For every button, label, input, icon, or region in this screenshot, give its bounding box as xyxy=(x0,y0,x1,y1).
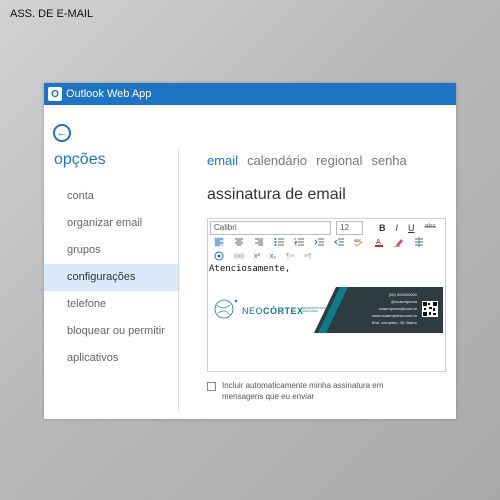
insert-image-icon[interactable] xyxy=(214,251,224,261)
brand-tagline: NEUROPSICOLOGIA AVANÇADA xyxy=(302,307,331,313)
contact-phone: (00) 000000000 xyxy=(388,292,417,297)
align-center-icon[interactable] xyxy=(234,237,244,247)
title-bar: O Outlook Web App xyxy=(44,83,456,105)
align-right-icon[interactable] xyxy=(254,237,264,247)
sidebar-item-telefone[interactable]: telefone xyxy=(44,291,180,318)
svg-text:abc: abc xyxy=(354,238,362,243)
auto-signature-option: Incluir automaticamente minha assinatura… xyxy=(207,380,447,402)
app-title: Outlook Web App xyxy=(66,88,152,100)
ltr-button[interactable]: ¶≡ xyxy=(286,253,294,260)
sidebar-title: opções xyxy=(54,151,106,168)
editor-toolbar-row-1: Calibri 12 B I U abc xyxy=(208,219,445,235)
editor-toolbar-row-2: abc A xyxy=(208,235,445,249)
italic-button[interactable]: I xyxy=(396,223,399,233)
contact-website: www.suaempresa.com.br xyxy=(372,313,417,318)
auto-signature-label[interactable]: Incluir automaticamente minha assinatura… xyxy=(222,380,383,402)
sidebar-divider xyxy=(178,149,179,411)
bullet-list-icon[interactable] xyxy=(274,237,284,247)
contact-address: End. completo, 00, Bairro xyxy=(371,320,417,325)
font-family-select[interactable]: Calibri xyxy=(210,221,331,235)
indent-icon[interactable] xyxy=(314,237,324,247)
sidebar: opções conta organizar email grupos conf… xyxy=(44,151,180,372)
auto-signature-checkbox[interactable] xyxy=(207,382,216,391)
tab-calendario[interactable]: calendário xyxy=(247,153,307,168)
line-spacing-icon[interactable] xyxy=(414,237,424,247)
signature-banner: NEOCÓRTEX NEUROPSICOLOGIA AVANÇADA (00) … xyxy=(210,287,443,333)
back-arrow-button[interactable]: ← xyxy=(53,124,71,142)
section-title: assinatura de email xyxy=(207,186,346,203)
subscript-button[interactable]: x₂ xyxy=(270,253,276,260)
rtl-button[interactable]: ≡¶ xyxy=(304,253,312,260)
sidebar-item-bloquear-ou-permitir[interactable]: bloquear ou permitir xyxy=(44,318,180,345)
back-arrow-icon: ← xyxy=(56,127,68,139)
auto-signature-label-line-2: mensagens que eu enviar xyxy=(222,392,315,401)
banner-contact-list: (00) 000000000 @suaempresa suaempresa@co… xyxy=(357,291,417,326)
sidebar-item-conta[interactable]: conta xyxy=(44,183,180,210)
superscript-button[interactable]: x² xyxy=(254,253,260,260)
page-label: ASS. DE E-MAIL xyxy=(10,8,94,20)
insert-link-icon[interactable] xyxy=(234,251,244,261)
contact-email: suaempresa@com.br xyxy=(378,306,417,311)
sidebar-item-grupos[interactable]: grupos xyxy=(44,237,180,264)
qr-code-icon xyxy=(422,301,438,317)
format-buttons: B I U abc xyxy=(379,223,436,233)
svg-text:A: A xyxy=(376,239,381,246)
auto-signature-label-line-1: Incluir automaticamente minha assinatura… xyxy=(222,381,384,390)
signature-text: Atenciosamente, xyxy=(209,264,291,274)
sidebar-item-organizar-email[interactable]: organizar email xyxy=(44,210,180,237)
numbered-list-icon[interactable] xyxy=(294,237,304,247)
outlook-logo-icon: O xyxy=(48,87,62,101)
underline-button[interactable]: U xyxy=(408,223,415,233)
align-left-icon[interactable] xyxy=(214,237,224,247)
settings-tabs: email calendário regional senha xyxy=(207,153,447,168)
highlight-icon[interactable] xyxy=(394,237,404,247)
outdent-icon[interactable] xyxy=(334,237,344,247)
font-color-icon[interactable]: A xyxy=(374,237,384,247)
sidebar-item-aplicativos[interactable]: aplicativos xyxy=(44,345,180,372)
signature-editor[interactable]: Calibri 12 B I U abc abc A x² x₂ ¶≡ ≡¶ A… xyxy=(207,218,446,372)
spellcheck-icon[interactable]: abc xyxy=(354,237,364,247)
main-content: email calendário regional senha assinatu… xyxy=(207,153,447,402)
brand-name-plain: NEO xyxy=(242,306,264,316)
brand-tagline-line-2: AVANÇADA xyxy=(302,309,319,313)
brain-logo-icon xyxy=(214,299,238,319)
bold-button[interactable]: B xyxy=(379,223,386,233)
tab-email[interactable]: email xyxy=(207,153,238,168)
tab-regional[interactable]: regional xyxy=(316,153,362,168)
strikethrough-button[interactable]: abc xyxy=(425,223,436,233)
outlook-window: O Outlook Web App ← opções conta organiz… xyxy=(44,83,456,419)
brand-name: NEOCÓRTEX xyxy=(242,306,304,316)
tab-senha[interactable]: senha xyxy=(371,153,406,168)
editor-toolbar-row-3: x² x₂ ¶≡ ≡¶ xyxy=(208,249,445,263)
sidebar-item-configuracoes[interactable]: configurações xyxy=(44,264,180,291)
contact-social: @suaempresa xyxy=(390,299,417,304)
brand-name-bold: CÓRTEX xyxy=(263,306,304,316)
font-size-select[interactable]: 12 xyxy=(336,221,363,235)
